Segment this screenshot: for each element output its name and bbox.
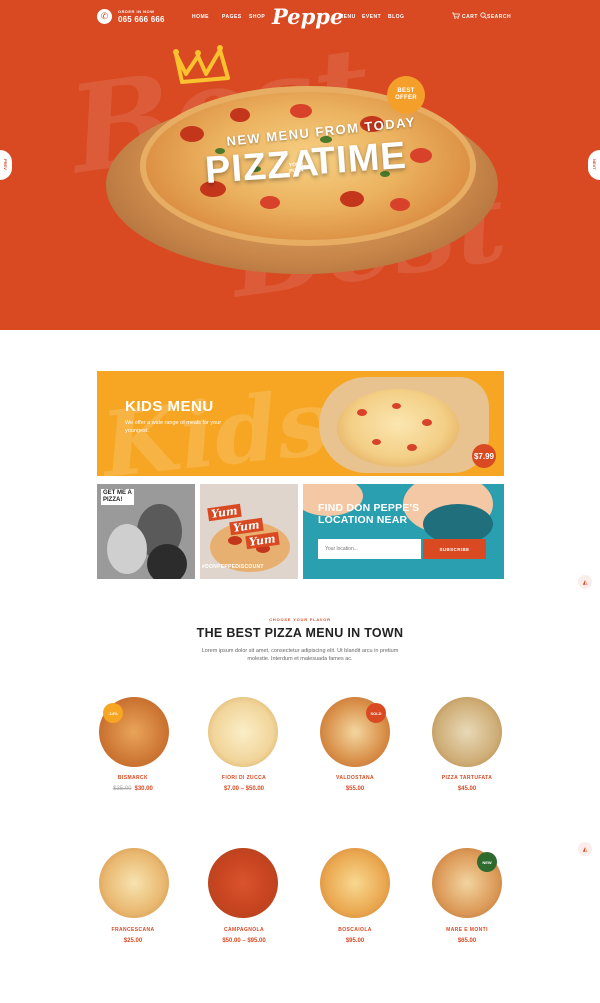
badge-line-1: BEST: [397, 88, 415, 94]
product-name[interactable]: BOSCAIOLA: [295, 927, 415, 933]
product-name[interactable]: FIORI DI ZUCCA: [184, 775, 304, 781]
kids-menu-banner[interactable]: Kids KIDS MENU We offer a wide range of …: [97, 371, 504, 476]
menu-eyebrow: CHOOSE YOUR FLAVOR: [269, 617, 331, 622]
menu-description: Lorem ipsum dolor sit amet, consectetur …: [201, 648, 399, 662]
current-price: $30.00: [134, 786, 153, 792]
menu-title: THE BEST PIZZA MENU IN TOWN: [196, 626, 404, 640]
top-bar: ✆ ORDER IN NOW 065 666 666 HOME PAGES SH…: [0, 0, 600, 36]
product-image-pizza-tartufata[interactable]: [432, 697, 502, 767]
product-price: $45.00: [457, 786, 477, 792]
order-phone[interactable]: 065 666 666: [118, 15, 165, 24]
phone-icon[interactable]: ✆: [97, 9, 112, 24]
product-price: $50.00 – $95.00: [222, 938, 266, 944]
nav-pages[interactable]: PAGES: [222, 14, 242, 20]
prev-label: PREV: [3, 159, 8, 170]
product-price: $35.00 $30.00: [73, 786, 193, 792]
product-name[interactable]: VALDOSTANA: [295, 775, 415, 781]
logo[interactable]: Peppe: [272, 4, 343, 29]
product-price: $7.00 – $50.00: [223, 786, 265, 792]
hero-title-word-1: PIZZA: [203, 142, 322, 192]
product-image-francescana[interactable]: [99, 848, 169, 918]
product-price: $95.00: [345, 938, 365, 944]
hero-small-line-2: PIZZA: [289, 167, 304, 175]
location-title: FIND DON PEPPE'S LOCATION NEAR: [318, 502, 420, 526]
product-price: $55.00: [345, 786, 365, 792]
kids-menu-title: KIDS MENU: [125, 398, 214, 415]
pizza-slice-icon-2[interactable]: ◭: [578, 842, 592, 856]
nav-blog[interactable]: BLOG: [388, 14, 404, 20]
nav-home[interactable]: HOME: [192, 14, 209, 20]
best-offer-badge: BEST OFFER: [387, 76, 425, 114]
location-input[interactable]: [318, 539, 421, 559]
discount-promo-tile[interactable]: Yum Yum Yum #DONPEPPEDISCOUNT: [200, 484, 298, 579]
next-label: NEXT: [592, 159, 597, 170]
comic-text-line-1: GET ME A: [103, 490, 132, 496]
subscribe-button[interactable]: SUBSCRIBE: [423, 539, 486, 559]
location-promo-tile: FIND DON PEPPE'S LOCATION NEAR SUBSCRIBE: [303, 484, 504, 579]
product-name[interactable]: BISMARCK: [73, 775, 193, 781]
product-price: $25.00: [123, 938, 143, 944]
search-link[interactable]: SEARCH: [487, 14, 511, 20]
old-price: $35.00: [113, 786, 132, 792]
order-label: ORDER IN NOW: [118, 9, 155, 14]
cart-link[interactable]: CART: [462, 14, 478, 20]
product-image-fiori-di-zucca[interactable]: [208, 697, 278, 767]
pizza-slice-icon[interactable]: ◭: [578, 575, 592, 589]
product-image-boscaiola[interactable]: [320, 848, 390, 918]
product-name[interactable]: FRANCESCANA: [73, 927, 193, 933]
slider-next-button[interactable]: NEXT: [588, 150, 600, 180]
hero-title-word-2: TIME: [310, 134, 409, 184]
comic-text-line-2: PIZZA!: [103, 497, 123, 503]
product-image-campagnola[interactable]: [208, 848, 278, 918]
badge-line-2: OFFER: [395, 95, 417, 101]
hero-small-text: YOUR PIZZA: [289, 162, 304, 175]
product-name[interactable]: PIZZA TARTUFATA: [407, 775, 527, 781]
product-price: $65.00: [457, 938, 477, 944]
hero-slider: Best Best ✆ ORDER IN NOW 065 666 666 HOM…: [0, 0, 600, 330]
slider-prev-button[interactable]: PREV: [0, 150, 12, 180]
nav-shop[interactable]: SHOP: [249, 14, 265, 20]
product-name[interactable]: CAMPAGNOLA: [184, 927, 304, 933]
nav-event[interactable]: EVENT: [362, 14, 381, 20]
search-icon[interactable]: [480, 12, 487, 21]
kids-menu-description: We offer a wide range of meals for your …: [125, 420, 222, 434]
cart-icon[interactable]: [452, 12, 461, 21]
nav-menu[interactable]: MENU: [339, 14, 356, 20]
comic-promo-tile[interactable]: GET ME A PIZZA!: [97, 484, 195, 579]
yum-text-1: Yum: [207, 503, 242, 522]
kids-price-badge: $7.99: [472, 444, 496, 468]
new-badge: NEW: [477, 852, 497, 872]
kids-pizza-image: [337, 389, 459, 467]
comic-text: GET ME A PIZZA!: [101, 489, 134, 505]
kids-price: $7.99: [473, 451, 495, 461]
sold-badge: SOLD: [366, 703, 386, 723]
product-name[interactable]: MARE E MONTI: [407, 927, 527, 933]
crown-icon: [173, 45, 230, 84]
discount-hashtag: #DONPEPPEDISCOUNT: [202, 564, 264, 570]
page: Best Best ✆ ORDER IN NOW 065 666 666 HOM…: [0, 0, 600, 1003]
discount-badge: -14%: [103, 703, 123, 723]
